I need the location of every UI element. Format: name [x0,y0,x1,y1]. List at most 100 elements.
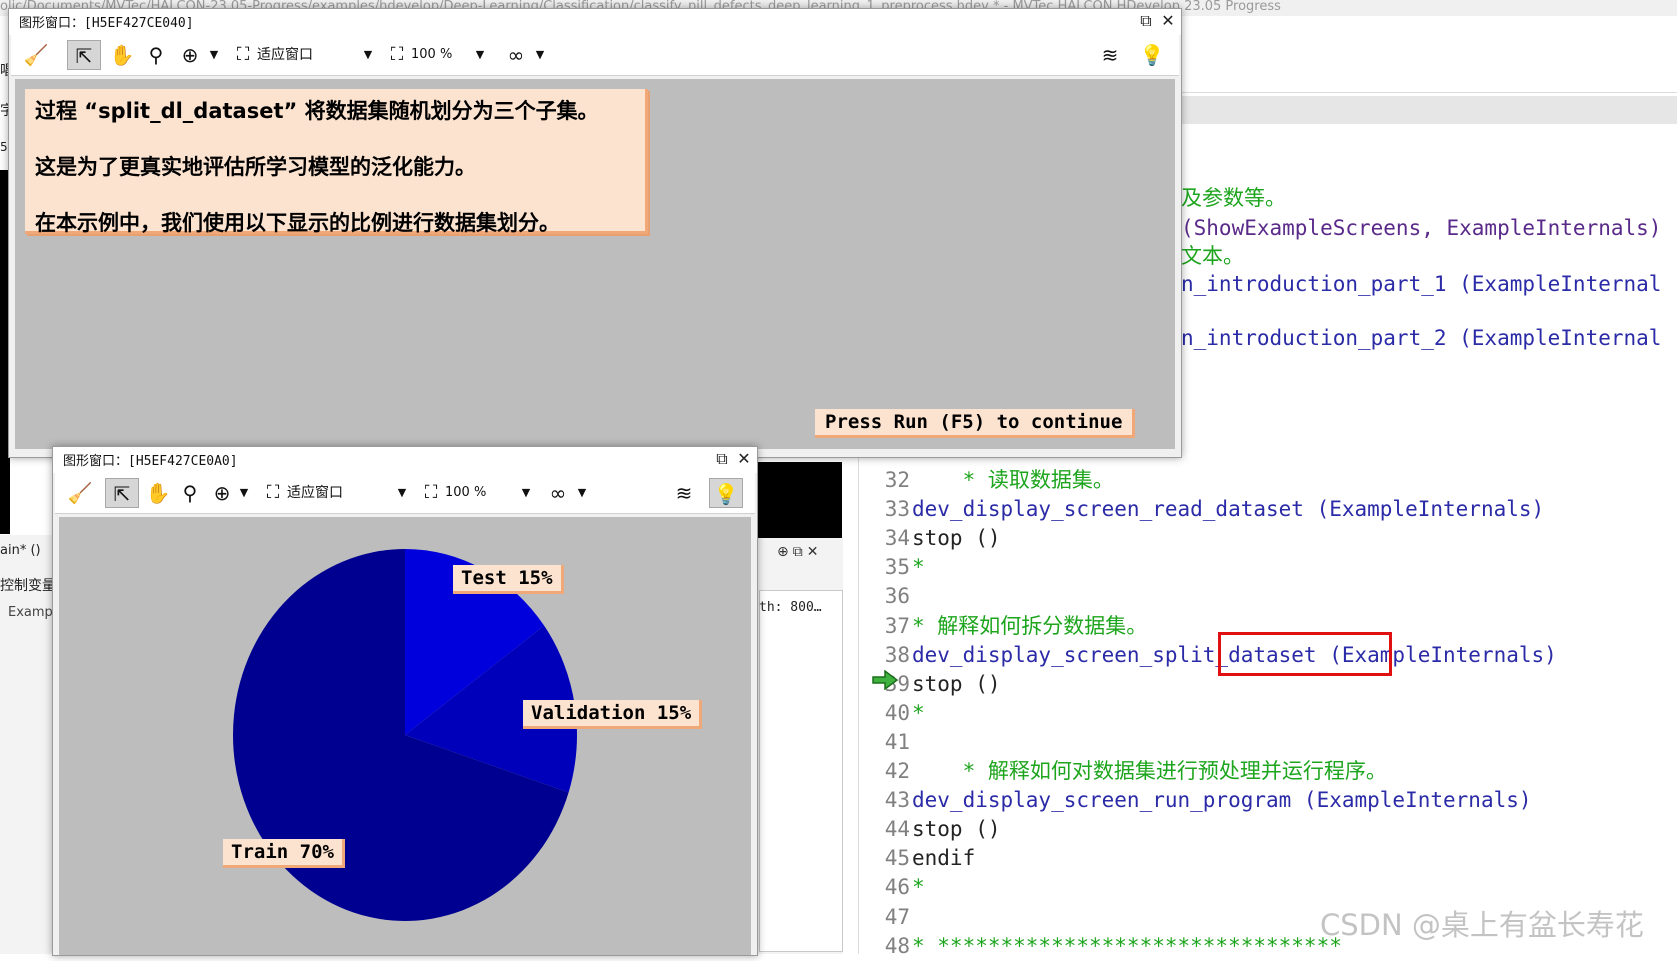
line-number[interactable]: 40 [860,699,910,728]
zoom-level-icon[interactable]: ⛶ [419,478,443,508]
zoom-level-dropdown-icon[interactable]: ▼ [473,40,487,70]
code-line[interactable]: 43 dev_display_screen_run_program (Exampl… [860,786,1677,815]
variable-inspect-panel: ⊕⧉✕ th: 800… [756,538,843,954]
graphics-window-1-titlebar[interactable]: 图形窗口：[H5EF427CE040] ⧉ ✕ [9,9,1181,35]
graphics-window-2-title: 图形窗口：[H5EF427CE0A0] [63,454,238,469]
zoom-dropdown-icon[interactable]: ▼ [207,40,221,70]
magnifier-icon[interactable]: ⚲ [175,478,205,508]
fit-dropdown-icon[interactable]: ▼ [395,478,409,508]
code-text[interactable]: * ******************************** [912,932,1342,961]
line-number[interactable]: 35 [860,553,910,582]
pie-chart [233,549,577,921]
code-text[interactable]: dev_display_screen_run_program (ExampleI… [912,786,1532,815]
code-line[interactable]: 33 dev_display_screen_read_dataset (Examp… [860,495,1677,524]
line-number[interactable]: 47 [860,903,910,932]
note-line-1: 过程 “split_dl_dataset” 将数据集随机划分为三个子集。 [35,99,599,123]
code-text[interactable]: * 读取数据集。 [912,466,1114,495]
line-number[interactable]: 36 [860,582,910,611]
code-fragment[interactable]: (ShowExampleScreens, ExampleInternals) [1181,214,1661,243]
code-fragment[interactable]: 文本。 [1181,242,1244,271]
restore-icon[interactable]: ⧉ [1135,9,1157,35]
code-text[interactable]: * [912,553,925,582]
lightbulb-icon[interactable]: 💡 [1137,40,1167,70]
line-number[interactable]: 38 [860,641,910,670]
line-number[interactable]: 46 [860,873,910,902]
close-icon[interactable]: ✕ [733,447,755,473]
hand-pan-icon[interactable]: ✋ [107,40,137,70]
draw-tools-icon[interactable]: ∞ [543,478,573,508]
hand-pan-icon[interactable]: ✋ [143,478,173,508]
line-number[interactable]: 33 [860,495,910,524]
fit-window-label[interactable]: 适应窗口 [257,40,313,70]
code-text[interactable]: stop () [912,524,1001,553]
code-line[interactable]: 42 * 解释如何对数据集进行预处理并运行程序。 [860,757,1677,786]
line-number[interactable]: 48 [860,932,910,961]
graphics-window-2[interactable]: 图形窗口：[H5EF427CE0A0] ⧉ ✕ 🧹 ⇱ ✋ ⚲ ⊕ ▼ ⛶ 适应… [52,446,758,956]
code-line[interactable]: 36 [860,582,1677,611]
line-number[interactable]: 43 [860,786,910,815]
line-number[interactable]: 32 [860,466,910,495]
line-number[interactable]: 41 [860,728,910,757]
code-line[interactable]: 46 * [860,873,1677,902]
code-text[interactable]: * [912,873,925,902]
code-fragment[interactable]: 及参数等。 [1181,184,1286,213]
variable-tab[interactable]: ain* () [0,543,41,558]
graphics-window-2-canvas[interactable]: Test 15% Validation 15% Train 70% [59,517,751,955]
code-line[interactable]: 44 stop () [860,815,1677,844]
restore-icon[interactable]: ⧉ [711,447,733,473]
fit-window-label[interactable]: 适应窗口 [287,478,343,508]
pie-label-train: Train 70% [223,839,345,868]
code-text[interactable]: dev_display_screen_read_dataset (Example… [912,495,1544,524]
code-line[interactable]: 45 endif [860,844,1677,873]
split-dataset-highlight [1218,632,1392,676]
zoom-level-icon[interactable]: ⛶ [385,40,409,70]
code-text[interactable]: * 解释如何对数据集进行预处理并运行程序。 [912,757,1387,786]
zoom-level-value[interactable]: 100 % [445,478,486,508]
zoom-level-dropdown-icon[interactable]: ▼ [519,478,533,508]
fit-dropdown-icon[interactable]: ▼ [361,40,375,70]
draw-tools-dropdown-icon[interactable]: ▼ [575,478,589,508]
line-number[interactable]: 45 [860,844,910,873]
draw-tools-dropdown-icon[interactable]: ▼ [533,40,547,70]
watermark: CSDN @桌上有盆长寿花 [1320,908,1644,942]
code-text[interactable]: * 解释如何拆分数据集。 [912,612,1147,641]
graphics-window-1[interactable]: 图形窗口：[H5EF427CE040] ⧉ ✕ 🧹 ⇱ ✋ ⚲ ⊕ ▼ ⛶ 适应… [8,8,1182,458]
code-text[interactable]: stop () [912,670,1001,699]
clear-brush-icon[interactable]: 🧹 [21,40,51,70]
panel-window-buttons[interactable]: ⊕⧉✕ [777,544,822,560]
line-number[interactable]: 44 [860,815,910,844]
code-text[interactable]: endif [912,844,975,873]
graphics-window-1-canvas[interactable]: 过程 “split_dl_dataset” 将数据集随机划分为三个子集。 这是为… [15,79,1175,449]
line-number[interactable]: 34 [860,524,910,553]
fit-window-icon[interactable]: ⛶ [261,478,285,508]
code-text[interactable]: * [912,699,925,728]
zoom-dropdown-icon[interactable]: ▼ [237,478,251,508]
code-line[interactable]: 32 * 读取数据集。 [860,466,1677,495]
line-number[interactable]: 42 [860,757,910,786]
fit-window-icon[interactable]: ⛶ [231,40,255,70]
code-line[interactable]: 40 * [860,699,1677,728]
code-text[interactable]: stop () [912,815,1001,844]
pointer-icon[interactable]: ⇱ [67,40,101,70]
draw-tools-icon[interactable]: ∞ [501,40,531,70]
code-fragment[interactable]: n_introduction_part_1 (ExampleInternal [1181,270,1661,299]
code-fragment[interactable]: n_introduction_part_2 (ExampleInternal [1181,324,1661,353]
lightbulb-icon[interactable]: 💡 [709,478,743,508]
code-line[interactable]: 41 [860,728,1677,757]
control-variables-label: 控制变量 [0,578,56,594]
magnifier-icon[interactable]: ⚲ [141,40,171,70]
pointer-icon[interactable]: ⇱ [105,478,139,508]
zoom-level-value[interactable]: 100 % [411,40,452,70]
clear-brush-icon[interactable]: 🧹 [65,478,95,508]
close-icon[interactable]: ✕ [1157,9,1179,35]
graphics-window-2-titlebar[interactable]: 图形窗口：[H5EF427CE0A0] ⧉ ✕ [53,447,757,473]
zoom-in-icon[interactable]: ⊕ [207,478,237,508]
code-line[interactable]: 34 stop () [860,524,1677,553]
layers-icon[interactable]: ≋ [669,478,699,508]
zoom-in-icon[interactable]: ⊕ [175,40,205,70]
line-number[interactable]: 37 [860,612,910,641]
layers-icon[interactable]: ≋ [1095,40,1125,70]
variable-item[interactable]: Examp [8,605,53,620]
code-line[interactable]: 35 * [860,553,1677,582]
pie-label-test: Test 15% [453,565,564,594]
